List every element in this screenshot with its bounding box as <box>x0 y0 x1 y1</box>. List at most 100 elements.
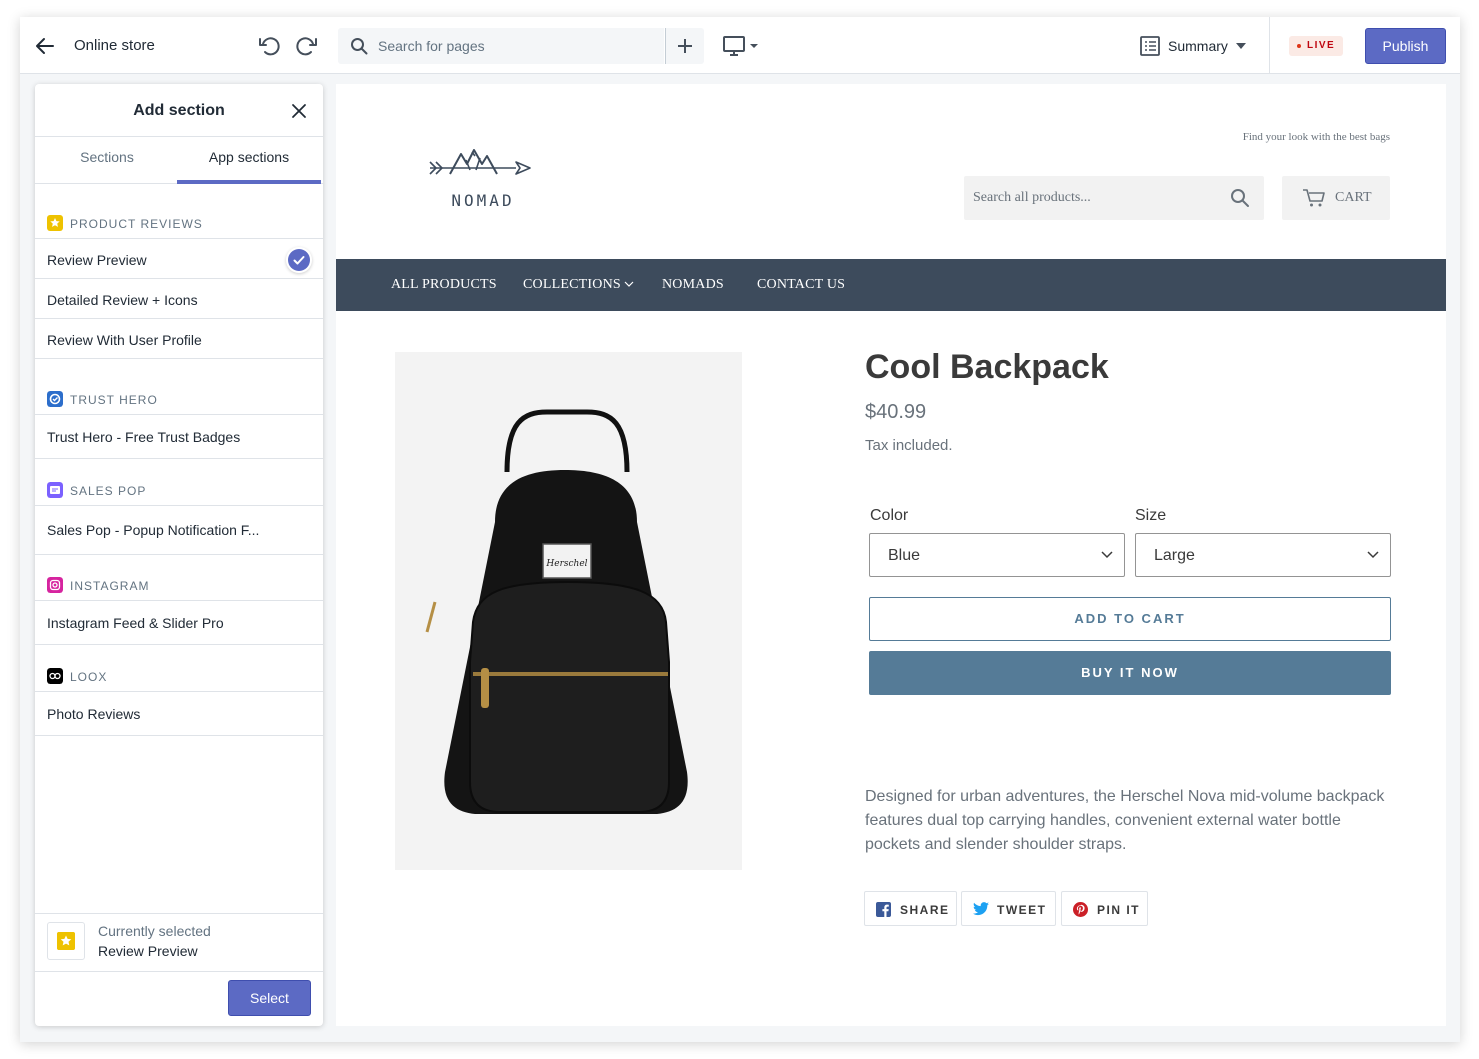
tax-note: Tax included. <box>865 437 953 454</box>
share-label: SHARE <box>900 903 950 917</box>
group-loox: LOOX <box>35 656 323 692</box>
size-value: Large <box>1154 547 1195 564</box>
list-item-detailed-review[interactable]: Detailed Review + Icons <box>35 279 323 319</box>
add-section-panel: Add section Sections App sections PRODUC… <box>35 84 323 1026</box>
redo-icon[interactable] <box>295 34 319 58</box>
loox-icon <box>47 668 63 684</box>
star-icon <box>57 932 75 950</box>
group-trust-hero: TRUST HERO <box>35 379 323 415</box>
panel-header: Add section <box>35 84 323 137</box>
undo-icon[interactable] <box>257 34 281 58</box>
back-arrow-icon[interactable] <box>34 35 56 57</box>
item-label: Instagram Feed & Slider Pro <box>47 615 224 631</box>
group-label: PRODUCT REVIEWS <box>70 217 203 231</box>
panel-title: Add section <box>133 102 225 119</box>
checkmark-icon <box>288 249 310 271</box>
store-preview: NOMAD Find your look with the best bags … <box>336 84 1446 1026</box>
list-item-sales-pop[interactable]: Sales Pop - Popup Notification F... <box>35 506 323 555</box>
sales-pop-icon <box>47 482 63 498</box>
backpack-image: Herschel <box>425 409 688 814</box>
twitter-icon <box>973 902 989 916</box>
list-item-review-preview[interactable]: Review Preview <box>35 239 323 279</box>
cart-label: CART <box>1335 190 1372 205</box>
top-bar: Online store Search for pages Summary LI… <box>20 17 1460 74</box>
trust-hero-icon <box>47 391 63 407</box>
item-label: Sales Pop - Popup Notification F... <box>47 522 260 538</box>
caret-down-icon <box>1235 43 1246 49</box>
item-label: Detailed Review + Icons <box>47 292 198 308</box>
item-label: Review Preview <box>47 252 147 268</box>
star-icon <box>47 215 63 231</box>
panel-footer: Currently selected Review Preview Select <box>35 913 323 1026</box>
group-label: TRUST HERO <box>70 393 158 407</box>
current-selection-icon <box>47 922 85 960</box>
product-search-input[interactable]: Search all products... <box>964 176 1264 220</box>
plus-icon <box>678 39 692 53</box>
list-item-photo-reviews[interactable]: Photo Reviews <box>35 692 323 736</box>
cart-icon <box>1303 189 1325 207</box>
tab-sections[interactable]: Sections <box>35 137 179 184</box>
chevron-down-icon <box>1101 551 1113 559</box>
share-label: TWEET <box>997 903 1047 917</box>
nomad-logo[interactable]: NOMAD <box>428 136 538 214</box>
group-label: INSTAGRAM <box>70 579 150 593</box>
add-page-button[interactable] <box>665 28 704 64</box>
store-tagline: Find your look with the best bags <box>1242 131 1390 143</box>
share-facebook-button[interactable]: SHARE <box>864 891 957 926</box>
nav-nomads[interactable]: NOMADS <box>662 277 724 293</box>
chevron-down-icon <box>1367 551 1379 559</box>
add-to-cart-button[interactable]: ADD TO CART <box>869 597 1391 641</box>
logo-text: NOMAD <box>451 191 514 210</box>
size-select[interactable]: Large <box>1135 533 1391 577</box>
instagram-icon <box>47 577 63 593</box>
group-label: SALES POP <box>70 484 147 498</box>
color-label: Color <box>870 507 909 524</box>
summary-label: Summary <box>1168 38 1228 54</box>
nav-all-products[interactable]: ALL PRODUCTS <box>391 277 497 293</box>
current-selection-label: Currently selected <box>98 923 211 939</box>
item-label: Review With User Profile <box>47 332 202 348</box>
list-item-review-user-profile[interactable]: Review With User Profile <box>35 319 323 359</box>
store-title: Online store <box>74 37 155 54</box>
group-product-reviews: PRODUCT REVIEWS <box>35 203 323 239</box>
topbar-divider <box>1269 17 1270 74</box>
select-button[interactable]: Select <box>228 980 311 1016</box>
group-instagram: INSTAGRAM <box>35 565 323 601</box>
list-item-instagram-feed[interactable]: Instagram Feed & Slider Pro <box>35 601 323 645</box>
list-icon <box>1140 36 1160 56</box>
item-label: Trust Hero - Free Trust Badges <box>47 429 241 445</box>
nav-contact-us[interactable]: CONTACT US <box>757 277 845 293</box>
facebook-icon <box>876 902 891 917</box>
search-icon[interactable] <box>1230 188 1250 208</box>
nav-collections-label: COLLECTIONS <box>523 277 621 292</box>
chevron-down-icon <box>624 281 634 287</box>
product-image[interactable]: Herschel <box>395 352 742 870</box>
page-search-input[interactable]: Search for pages <box>338 28 664 64</box>
product-description: Designed for urban adventures, the Hersc… <box>865 788 1385 853</box>
color-select[interactable]: Blue <box>869 533 1125 577</box>
group-label: LOOX <box>70 670 108 684</box>
tab-app-sections[interactable]: App sections <box>177 137 321 184</box>
share-pinterest-button[interactable]: PIN IT <box>1061 891 1148 926</box>
share-label: PIN IT <box>1097 903 1141 917</box>
close-icon[interactable] <box>291 103 307 119</box>
list-item-trust-hero[interactable]: Trust Hero - Free Trust Badges <box>35 415 323 459</box>
brand-label: Herschel <box>545 559 587 569</box>
item-label: Photo Reviews <box>47 706 141 722</box>
store-nav-bar: ALL PRODUCTS COLLECTIONS NOMADS CONTACT … <box>336 259 1446 311</box>
summary-dropdown[interactable]: Summary <box>1140 34 1246 58</box>
panel-tabs: Sections App sections <box>35 137 323 184</box>
nav-collections[interactable]: COLLECTIONS <box>523 277 634 293</box>
current-selection-value: Review Preview <box>98 943 198 959</box>
search-icon <box>351 38 368 55</box>
publish-button[interactable]: Publish <box>1365 28 1446 64</box>
product-price: $40.99 <box>865 401 927 423</box>
footer-divider <box>35 971 323 972</box>
buy-it-now-button[interactable]: BUY IT NOW <box>869 651 1391 695</box>
desktop-device-icon[interactable] <box>722 34 762 58</box>
product-title: Cool Backpack <box>865 348 1109 386</box>
pinterest-icon <box>1073 902 1088 917</box>
cart-button[interactable]: CART <box>1282 176 1390 220</box>
share-twitter-button[interactable]: TWEET <box>961 891 1056 926</box>
search-placeholder: Search for pages <box>378 38 485 54</box>
